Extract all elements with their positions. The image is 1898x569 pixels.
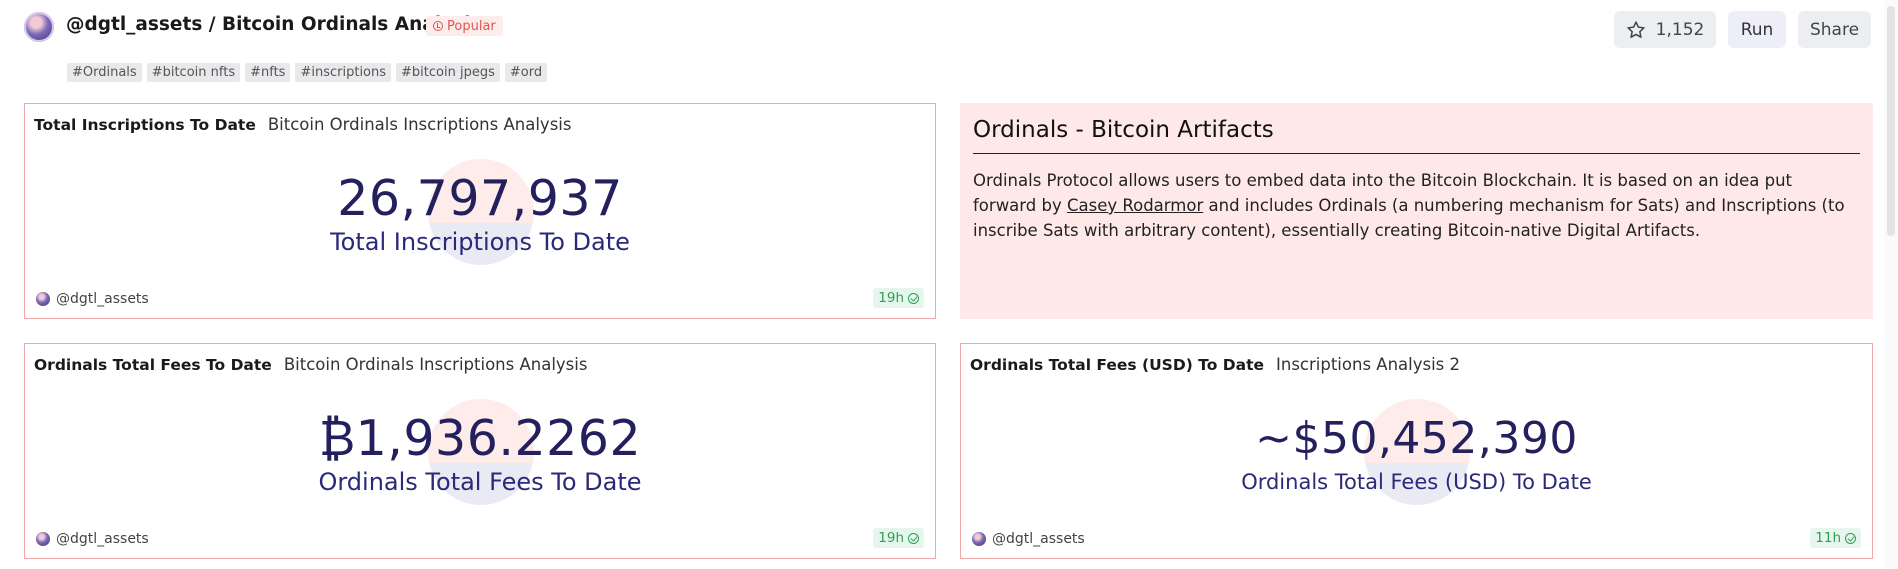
tag-bitcoin-nfts[interactable]: #bitcoin nfts (146, 63, 241, 82)
run-button[interactable]: Run (1728, 11, 1786, 48)
star-button[interactable]: 1,152 (1614, 11, 1716, 48)
big-number-value: ₿1,936.2262 (318, 410, 642, 467)
freshness-time: 11h (1815, 530, 1841, 546)
tag-bitcoin-jpegs[interactable]: #bitcoin jpegs (396, 63, 500, 82)
star-count: 1,152 (1655, 19, 1705, 40)
tag-inscriptions[interactable]: #inscriptions (295, 63, 392, 82)
author[interactable]: @dgtl_assets (36, 531, 149, 547)
freshness-time: 19h (878, 530, 904, 546)
panel-title[interactable]: Ordinals Total Fees (USD) To Date (970, 356, 1264, 374)
text-panel-heading: Ordinals - Bitcoin Artifacts (973, 117, 1860, 154)
popular-badge: Popular (426, 16, 503, 36)
author[interactable]: @dgtl_assets (36, 291, 149, 307)
freshness-time: 19h (878, 290, 904, 306)
dashboard-title: @dgtl_assets / Bitcoin Ordinals Analysis (66, 14, 482, 35)
tag-nfts[interactable]: #nfts (245, 63, 291, 82)
star-icon (1626, 20, 1645, 38)
big-number-value: 26,797,937 (337, 170, 623, 227)
dashboard-owner-avatar[interactable] (24, 12, 54, 42)
avatar (972, 532, 986, 546)
panel-title[interactable]: Total Inscriptions To Date (34, 116, 256, 134)
scrollbar[interactable] (1884, 0, 1898, 569)
big-number-label: Total Inscriptions To Date (330, 228, 630, 256)
panel-subtitle[interactable]: Bitcoin Ordinals Inscriptions Analysis (268, 115, 572, 134)
text-panel: Ordinals - Bitcoin Artifacts Ordinals Pr… (960, 103, 1873, 319)
popular-badge-label: Popular (447, 18, 496, 34)
freshness-badge: 19h (873, 288, 924, 308)
author-name: @dgtl_assets (56, 291, 149, 307)
tag-list: #Ordinals #bitcoin nfts #nfts #inscripti… (67, 63, 548, 82)
panel-subtitle[interactable]: Inscriptions Analysis 2 (1276, 355, 1460, 374)
big-number-label: Ordinals Total Fees To Date (318, 468, 642, 496)
avatar (36, 532, 50, 546)
scrollbar-thumb[interactable] (1887, 6, 1895, 236)
freshness-badge: 19h (873, 528, 924, 548)
author-name: @dgtl_assets (56, 531, 149, 547)
avatar (36, 292, 50, 306)
text-panel-body: Ordinals Protocol allows users to embed … (973, 168, 1860, 243)
big-number-label: Ordinals Total Fees (USD) To Date (1241, 470, 1592, 494)
author-name: @dgtl_assets (992, 531, 1085, 547)
casey-rodarmor-link[interactable]: Casey Rodarmor (1067, 196, 1203, 215)
panel-total-fees-usd: Ordinals Total Fees (USD) To Date Inscri… (960, 343, 1873, 559)
tag-ord[interactable]: #ord (504, 63, 548, 82)
check-circle-icon (908, 532, 919, 544)
panel-total-fees: Ordinals Total Fees To Date Bitcoin Ordi… (24, 343, 936, 559)
check-circle-icon (908, 292, 919, 304)
check-circle-icon (1845, 532, 1856, 544)
big-number-value: ~$50,452,390 (1255, 413, 1578, 464)
freshness-badge: 11h (1810, 528, 1861, 548)
panel-subtitle[interactable]: Bitcoin Ordinals Inscriptions Analysis (284, 355, 588, 374)
panel-total-inscriptions: Total Inscriptions To Date Bitcoin Ordin… (24, 103, 936, 319)
clock-icon (433, 21, 443, 31)
tag-ordinals[interactable]: #Ordinals (67, 63, 142, 82)
author[interactable]: @dgtl_assets (972, 531, 1085, 547)
panel-title[interactable]: Ordinals Total Fees To Date (34, 356, 272, 374)
share-button[interactable]: Share (1798, 11, 1871, 48)
